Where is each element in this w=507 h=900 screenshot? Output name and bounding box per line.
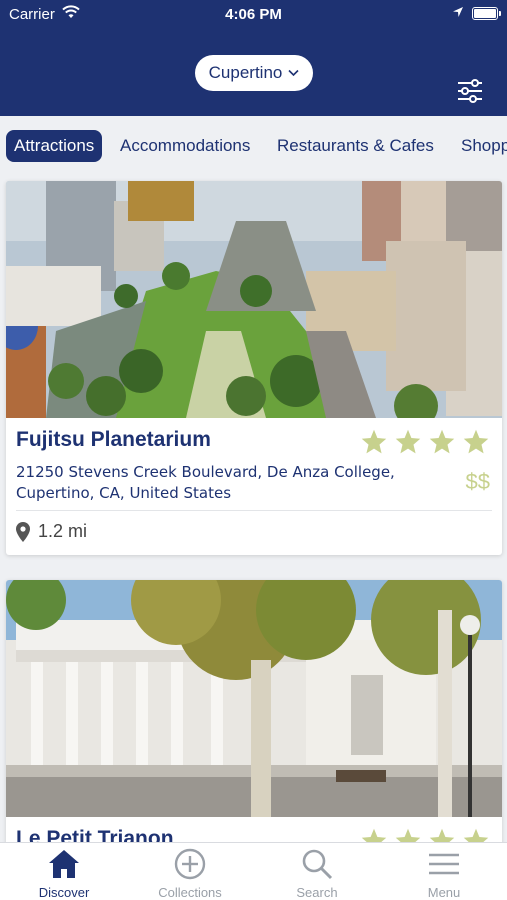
tab-restaurants-cafes[interactable]: Restaurants & Cafes: [277, 130, 434, 162]
nav-collections[interactable]: Collections: [140, 847, 240, 900]
city-label: Cupertino: [208, 63, 283, 82]
location-pin-icon: [16, 521, 30, 542]
status-bar: Carrier 4:06 PM: [0, 0, 507, 28]
home-icon: [49, 850, 79, 878]
price-level: $$: [465, 469, 490, 494]
place-card[interactable]: Le Petit Trianon: [6, 580, 502, 880]
distance-label: 1.2 mi: [38, 521, 88, 541]
category-tabs: Attractions Accommodations Restaurants &…: [0, 116, 507, 178]
app-header: Carrier 4:06 PM Cupertino: [0, 0, 507, 116]
filter-icon[interactable]: [456, 78, 484, 104]
place-photo: [6, 580, 502, 817]
clock-time: 4:06 PM: [225, 6, 282, 23]
battery-icon: [472, 7, 501, 20]
menu-icon: [429, 853, 459, 875]
star-icon: [361, 429, 387, 454]
place-address: 21250 Stevens Creek Boulevard, De Anza C…: [16, 463, 395, 502]
bottom-tab-bar: Discover Collections Search Menu: [0, 842, 507, 900]
nav-search[interactable]: Search: [267, 847, 367, 900]
rating-stars: [360, 428, 490, 456]
place-title: Fujitsu Planetarium: [16, 428, 211, 451]
distance-row: 1.2 mi: [16, 521, 87, 542]
tab-attractions[interactable]: Attractions: [6, 130, 103, 162]
place-card[interactable]: Fujitsu Planetarium 21250 Stevens Creek …: [6, 181, 502, 555]
nav-label: Discover: [38, 885, 90, 900]
tab-shopping[interactable]: Shopp: [461, 130, 507, 162]
divider: [16, 510, 492, 511]
star-icon: [395, 429, 421, 454]
chevron-down-icon: [288, 69, 299, 77]
star-icon: [429, 429, 455, 454]
place-photo: [6, 181, 502, 418]
search-icon: [302, 849, 333, 880]
star-icon: [463, 429, 489, 454]
location-arrow-icon: [453, 7, 463, 17]
city-selector[interactable]: Cupertino: [195, 55, 313, 91]
nav-label: Collections: [158, 885, 222, 900]
nav-label: Search: [296, 885, 338, 900]
nav-discover[interactable]: Discover: [14, 847, 114, 900]
nav-menu[interactable]: Menu: [394, 847, 494, 900]
nav-label: Menu: [427, 885, 461, 900]
plus-circle-icon: [174, 848, 206, 880]
tab-accommodations[interactable]: Accommodations: [120, 130, 250, 162]
